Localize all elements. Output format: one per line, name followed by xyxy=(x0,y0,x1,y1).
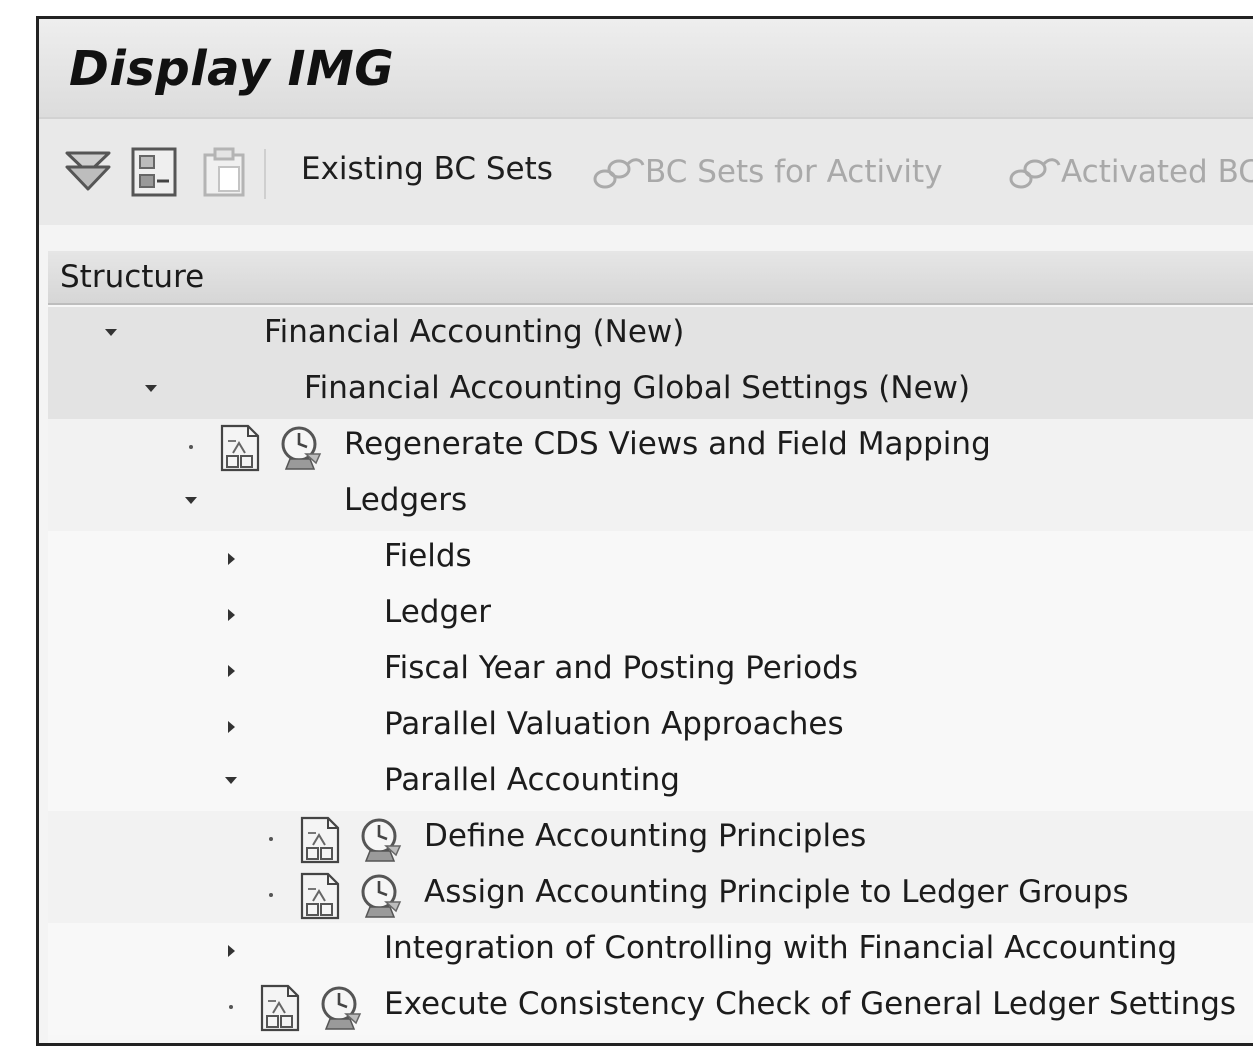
bc-sets-for-activity-button[interactable]: BC Sets for Activity xyxy=(589,147,943,197)
activity-documentation-icon[interactable] xyxy=(296,871,346,921)
tree-activity-regenerate-cds-views[interactable]: Regenerate CDS Views and Field Mapping xyxy=(48,419,1253,475)
find-button[interactable] xyxy=(127,145,181,199)
tree-node-financial-accounting-new[interactable]: Financial Accounting (New) xyxy=(48,307,1253,365)
expanded-triangle-icon[interactable] xyxy=(181,475,201,531)
tree-activity-execute-consistency-check[interactable]: Execute Consistency Check of General Led… xyxy=(48,979,1253,1035)
tree-node-label: Execute Consistency Check of General Led… xyxy=(384,986,1237,1022)
activated-bc-button[interactable]: Activated BC xyxy=(1005,147,1253,197)
execute-activity-clock-icon[interactable] xyxy=(356,871,406,921)
bc-set-link-icon xyxy=(593,158,645,189)
leaf-dot-icon xyxy=(189,445,193,449)
activated-bc-set-icon xyxy=(1009,158,1061,189)
activity-documentation-icon[interactable] xyxy=(296,815,346,865)
execute-activity-clock-icon[interactable] xyxy=(356,815,406,865)
expanded-triangle-icon[interactable] xyxy=(101,307,121,363)
toolbar: Existing BC Sets BC Sets for Activity Ac… xyxy=(39,117,1253,225)
tree-node-global-settings-new[interactable]: Financial Accounting Global Settings (Ne… xyxy=(48,363,1253,421)
expand-subtree-button[interactable] xyxy=(63,145,113,195)
tree-node-label: Parallel Valuation Approaches xyxy=(384,706,844,742)
tree-node-label: Parallel Accounting xyxy=(384,762,680,798)
tree-node-label: Fiscal Year and Posting Periods xyxy=(384,650,858,686)
tree-node-parallel-valuation-approaches[interactable]: Parallel Valuation Approaches xyxy=(48,699,1253,755)
tree-node-fields[interactable]: Fields xyxy=(48,531,1253,587)
leaf-dot-icon xyxy=(269,893,273,897)
tree-node-label: Assign Accounting Principle to Ledger Gr… xyxy=(424,874,1129,910)
find-in-tree-icon xyxy=(131,147,177,197)
collapsed-triangle-icon[interactable] xyxy=(221,587,241,643)
window-title: Display IMG xyxy=(69,41,395,97)
activity-documentation-icon[interactable] xyxy=(216,423,266,473)
tree-node-parallel-accounting[interactable]: Parallel Accounting xyxy=(48,755,1253,813)
tree-node-label: Regenerate CDS Views and Field Mapping xyxy=(344,426,991,462)
tree-node-label: Ledgers xyxy=(344,482,468,518)
tree-node-label: Ledger xyxy=(384,594,491,630)
expanded-triangle-icon[interactable] xyxy=(221,755,241,811)
clipboard-icon xyxy=(203,147,245,197)
tree-activity-define-accounting-principles[interactable]: Define Accounting Principles xyxy=(48,811,1253,867)
collapsed-triangle-icon[interactable] xyxy=(221,699,241,755)
execute-activity-clock-icon[interactable] xyxy=(316,983,366,1033)
activity-documentation-icon[interactable] xyxy=(256,983,306,1033)
tree-node-label: Integration of Controlling with Financia… xyxy=(384,930,1178,966)
toolbar-separator xyxy=(264,149,266,199)
expanded-triangle-icon[interactable] xyxy=(141,363,161,419)
expand-subtree-icon xyxy=(65,151,111,191)
existing-bc-sets-button[interactable]: Existing BC Sets xyxy=(301,151,553,187)
activated-bc-label: Activated BC xyxy=(1061,154,1253,190)
collapsed-triangle-icon[interactable] xyxy=(221,923,241,979)
tree-node-integration-controlling[interactable]: Integration of Controlling with Financia… xyxy=(48,923,1253,979)
collapsed-triangle-icon[interactable] xyxy=(221,643,241,699)
leaf-dot-icon xyxy=(269,837,273,841)
tree-node-label: Financial Accounting Global Settings (Ne… xyxy=(304,370,971,406)
structure-header-label: Structure xyxy=(60,259,205,295)
display-img-window: Display IMG Existing BC Sets BC Sets for… xyxy=(36,16,1253,1046)
tree-node-ledgers[interactable]: Ledgers xyxy=(48,475,1253,533)
existing-bc-sets-label: Existing BC Sets xyxy=(301,151,553,187)
tree-node-label: Fields xyxy=(384,538,472,574)
tree-activity-assign-accounting-principle[interactable]: Assign Accounting Principle to Ledger Gr… xyxy=(48,867,1253,925)
tree-node-label: Financial Accounting (New) xyxy=(264,314,685,350)
bc-sets-for-activity-label: BC Sets for Activity xyxy=(645,154,943,190)
structure-column-header[interactable]: Structure xyxy=(48,251,1253,305)
img-structure-tree: Structure Financial Accounting (New) Fin… xyxy=(48,251,1253,1043)
title-bar: Display IMG xyxy=(39,19,1253,117)
tree-node-fiscal-year-posting-periods[interactable]: Fiscal Year and Posting Periods xyxy=(48,643,1253,699)
leaf-dot-icon xyxy=(229,1005,233,1009)
tree-node-label: Define Accounting Principles xyxy=(424,818,867,854)
execute-activity-clock-icon[interactable] xyxy=(276,423,326,473)
tree-node-ledger[interactable]: Ledger xyxy=(48,587,1253,643)
paste-button[interactable] xyxy=(197,145,251,199)
collapsed-triangle-icon[interactable] xyxy=(221,531,241,587)
